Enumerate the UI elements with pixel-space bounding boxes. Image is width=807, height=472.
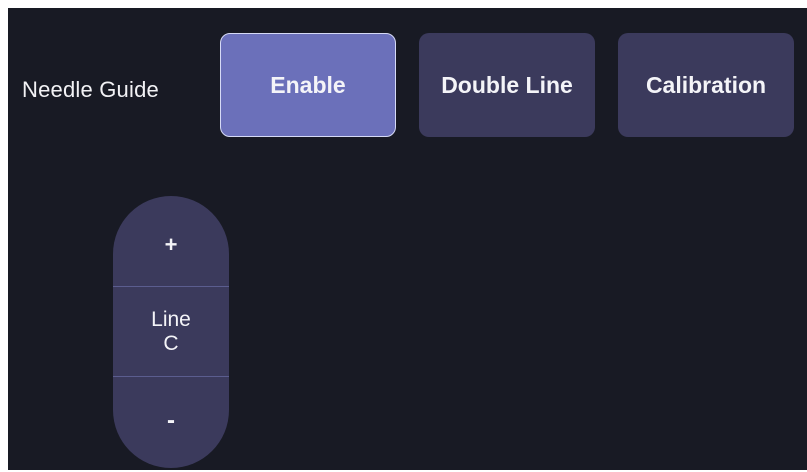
line-stepper: + Line C - — [113, 196, 229, 468]
line-label: Line C — [113, 287, 229, 377]
line-label-value: C — [163, 331, 179, 355]
line-increment-button[interactable]: + — [113, 196, 229, 287]
enable-button[interactable]: Enable — [220, 33, 396, 137]
panel-title: Needle Guide — [22, 77, 159, 102]
calibration-button[interactable]: Calibration — [618, 33, 794, 137]
needle-guide-panel: Needle Guide Enable Double Line Calibrat… — [8, 8, 807, 470]
line-decrement-button[interactable]: - — [113, 377, 229, 468]
double-line-button[interactable]: Double Line — [419, 33, 595, 137]
line-label-text: Line — [151, 307, 191, 331]
